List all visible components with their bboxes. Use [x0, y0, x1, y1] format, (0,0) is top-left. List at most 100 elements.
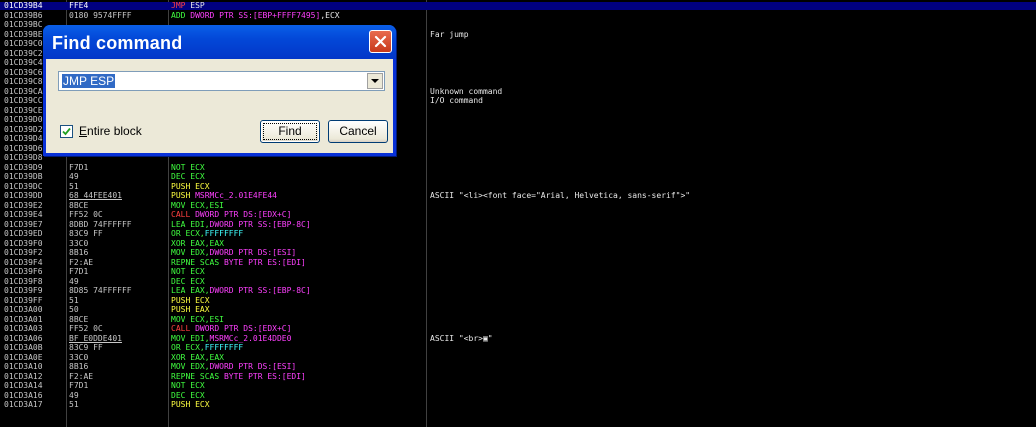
hex-dump-cell: 8B16 [69, 362, 89, 371]
instruction-token: NOT ECX [171, 381, 205, 390]
disassembly-cell: XOR EAX,EAX [171, 239, 224, 248]
dialog-title-bar[interactable]: Find command [43, 25, 396, 59]
comment-cell: I/O command [430, 96, 483, 105]
disassembly-row[interactable]: 01CD39B6 0180 9574FFFF ADD DWORD PTR SS:[E… [0, 10, 1036, 20]
disassembly-cell: MOV EDI,MSRMCc_2.01E4DDE0 [171, 334, 291, 343]
instruction-token: DEC ECX [171, 172, 205, 181]
address-cell: 01CD39BC [4, 20, 43, 29]
hex-dump-cell: 8B16 [69, 248, 89, 257]
instruction-token: NOT ECX [171, 162, 205, 172]
address-cell: 01CD39DB [4, 172, 43, 181]
address-cell: 01CD3A12 [4, 371, 43, 381]
hex-dump-cell: 83C9 FF [69, 229, 103, 238]
disassembly-row[interactable]: 01CD3A12 F2:AE REPNE SCAS BYTE PTR ES:[EDI… [0, 371, 1036, 381]
disassembly-cell: OR ECX,FFFFFFFF [171, 344, 243, 352]
disassembly-cell: MOV EDX,DWORD PTR DS:[ESI] [171, 363, 296, 371]
instruction-token: DEC ECX [171, 390, 205, 400]
disassembly-row[interactable]: 01CD39E7 8DBD 74FFFFFF LEA EDI,DWORD PTR S… [0, 220, 1036, 229]
close-x-icon [374, 35, 387, 48]
cancel-button[interactable]: Cancel [328, 120, 388, 143]
instruction-token: JMP [171, 1, 186, 10]
disassembly-cell: JMP ESP [171, 2, 205, 10]
address-cell: 01CD39CA [4, 86, 43, 96]
instruction-token: DWORD PTR SS:[EBP-8C] [209, 286, 311, 295]
disassembly-row[interactable]: 01CD3A0B 83C9 FF OR ECX,FFFFFFFF [0, 344, 1036, 352]
hex-dump-cell: F7D1 [69, 381, 89, 390]
address-cell: 01CD3A03 [4, 324, 43, 333]
instruction-token: FFFFFFFF [204, 343, 244, 352]
find-button[interactable]: Find [260, 120, 320, 143]
disassembly-cell: REPNE SCAS BYTE PTR ES:[EDI] [171, 372, 306, 381]
disassembly-row[interactable]: 01CD39B4 FFE4 JMP ESP [0, 2, 1036, 10]
disassembly-row[interactable]: 01CD3A03 FF52 0C CALL DWORD PTR DS:[EDX+C] [0, 325, 1036, 333]
instruction-token: DWORD PTR DS:[EDX+C] [195, 210, 292, 219]
disassembly-cell: PUSH EAX [171, 306, 210, 314]
disassembly-row[interactable]: 01CD39ED 83C9 FF OR ECX,FFFFFFFF [0, 230, 1036, 238]
find-command-dialog: Find command JMP ESP Entire block Find C… [43, 25, 396, 156]
disassembly-row[interactable]: 01CD39F8 49 DEC ECX [0, 277, 1036, 286]
disassembly-cell: DEC ECX [171, 173, 205, 181]
instruction-token: PUSH ECX [171, 400, 210, 409]
instruction-token: REPNE SCAS [171, 257, 224, 267]
hex-dump-cell: BF E0DDE401 [69, 333, 122, 343]
instruction-token: ,ECX [320, 10, 340, 20]
combobox-dropdown-button[interactable] [367, 73, 383, 89]
address-cell: 01CD39B6 [4, 10, 43, 20]
address-cell: 01CD3A0B [4, 343, 43, 352]
disassembly-row[interactable]: 01CD39DD 68 44FEE401 PUSH MSRMCc_2.01E4FE4… [0, 192, 1036, 200]
address-cell: 01CD39C4 [4, 58, 43, 67]
disassembly-row[interactable]: 01CD3A0E 33C0 XOR EAX,EAX [0, 352, 1036, 362]
disassembly-row[interactable]: 01CD39F4 F2:AE REPNE SCAS BYTE PTR ES:[EDI… [0, 257, 1036, 267]
address-cell: 01CD39E4 [4, 210, 43, 219]
address-cell: 01CD39F9 [4, 286, 43, 295]
instruction-token: MSRMCc_2.01E4FE44 [195, 191, 277, 200]
dialog-body: JMP ESP Entire block Find Cancel [46, 59, 393, 153]
instruction-token: OR ECX, [171, 343, 205, 352]
disassembly-row[interactable]: 01CD39F2 8B16 MOV EDX,DWORD PTR DS:[ESI] [0, 249, 1036, 257]
disassembly-cell: CALL DWORD PTR DS:[EDX+C] [171, 325, 291, 333]
address-cell: 01CD39D8 [4, 153, 43, 162]
disassembly-row[interactable]: 01CD3A17 51 PUSH ECX [0, 401, 1036, 409]
hex-dump-cell: 33C0 [69, 352, 89, 362]
disassembly-cell: NOT ECX [171, 268, 205, 276]
hex-dump-cell: FF52 0C [69, 210, 103, 219]
instruction-token: ADD [171, 10, 191, 20]
disassembly-row[interactable]: 01CD39FF 51 PUSH ECX [0, 295, 1036, 305]
disassembly-cell: CALL DWORD PTR DS:[EDX+C] [171, 211, 291, 219]
disassembly-row[interactable]: 01CD3A16 49 DEC ECX [0, 390, 1036, 400]
address-cell: 01CD39B4 [4, 1, 43, 10]
disassembly-row[interactable]: 01CD3A14 F7D1 NOT ECX [0, 382, 1036, 390]
address-cell: 01CD39F6 [4, 267, 43, 276]
entire-block-checkbox[interactable] [60, 125, 73, 138]
disassembly-row[interactable]: 01CD39DB 49 DEC ECX [0, 173, 1036, 181]
disassembly-row[interactable]: 01CD39F9 8D85 74FFFFFF LEA EAX,DWORD PTR S… [0, 287, 1036, 295]
disassembly-row[interactable]: 01CD39F0 33C0 XOR EAX,EAX [0, 239, 1036, 248]
instruction-token: CALL [171, 324, 196, 333]
disassembly-row[interactable]: 01CD3A10 8B16 MOV EDX,DWORD PTR DS:[ESI] [0, 363, 1036, 371]
command-input-value[interactable]: JMP ESP [62, 74, 116, 88]
address-cell: 01CD3A06 [4, 333, 43, 343]
instruction-token: DWORD PTR DS:[ESI] [209, 248, 297, 257]
entire-block-label[interactable]: Entire block [79, 124, 142, 138]
disassembly-cell: LEA EAX,DWORD PTR SS:[EBP-8C] [171, 287, 311, 295]
close-button[interactable] [369, 30, 392, 53]
instruction-token: CALL [171, 210, 196, 219]
address-cell: 01CD3A00 [4, 305, 43, 314]
disassembly-row[interactable]: 01CD3A01 8BCE MOV ECX,ESI [0, 315, 1036, 324]
comment-cell: ASCII "<br>▣" [430, 333, 493, 343]
disassembly-row[interactable]: 01CD3A00 50 PUSH EAX [0, 306, 1036, 314]
instruction-token: NOT ECX [171, 267, 205, 276]
disassembly-row[interactable]: 01CD39F6 F7D1 NOT ECX [0, 268, 1036, 276]
disassembly-row[interactable]: 01CD3A06 BF E0DDE401 MOV EDI,MSRMCc_2.01E4… [0, 333, 1036, 343]
address-cell: 01CD39D9 [4, 162, 43, 172]
disassembly-row[interactable]: 01CD39E2 8BCE MOV ECX,ESI [0, 201, 1036, 210]
hex-dump-cell: 8D85 74FFFFFF [69, 286, 132, 295]
disassembly-row[interactable]: 01CD39D9 F7D1 NOT ECX [0, 162, 1036, 172]
instruction-token: XOR EAX,EAX [171, 352, 224, 362]
command-combobox[interactable]: JMP ESP [58, 71, 385, 91]
comment-cell: Far jump [430, 29, 469, 39]
address-cell: 01CD3A10 [4, 362, 43, 371]
hex-dump-cell: 51 [69, 295, 79, 305]
disassembly-row[interactable]: 01CD39DC 51 PUSH ECX [0, 182, 1036, 191]
disassembly-row[interactable]: 01CD39E4 FF52 0C CALL DWORD PTR DS:[EDX+C] [0, 211, 1036, 219]
